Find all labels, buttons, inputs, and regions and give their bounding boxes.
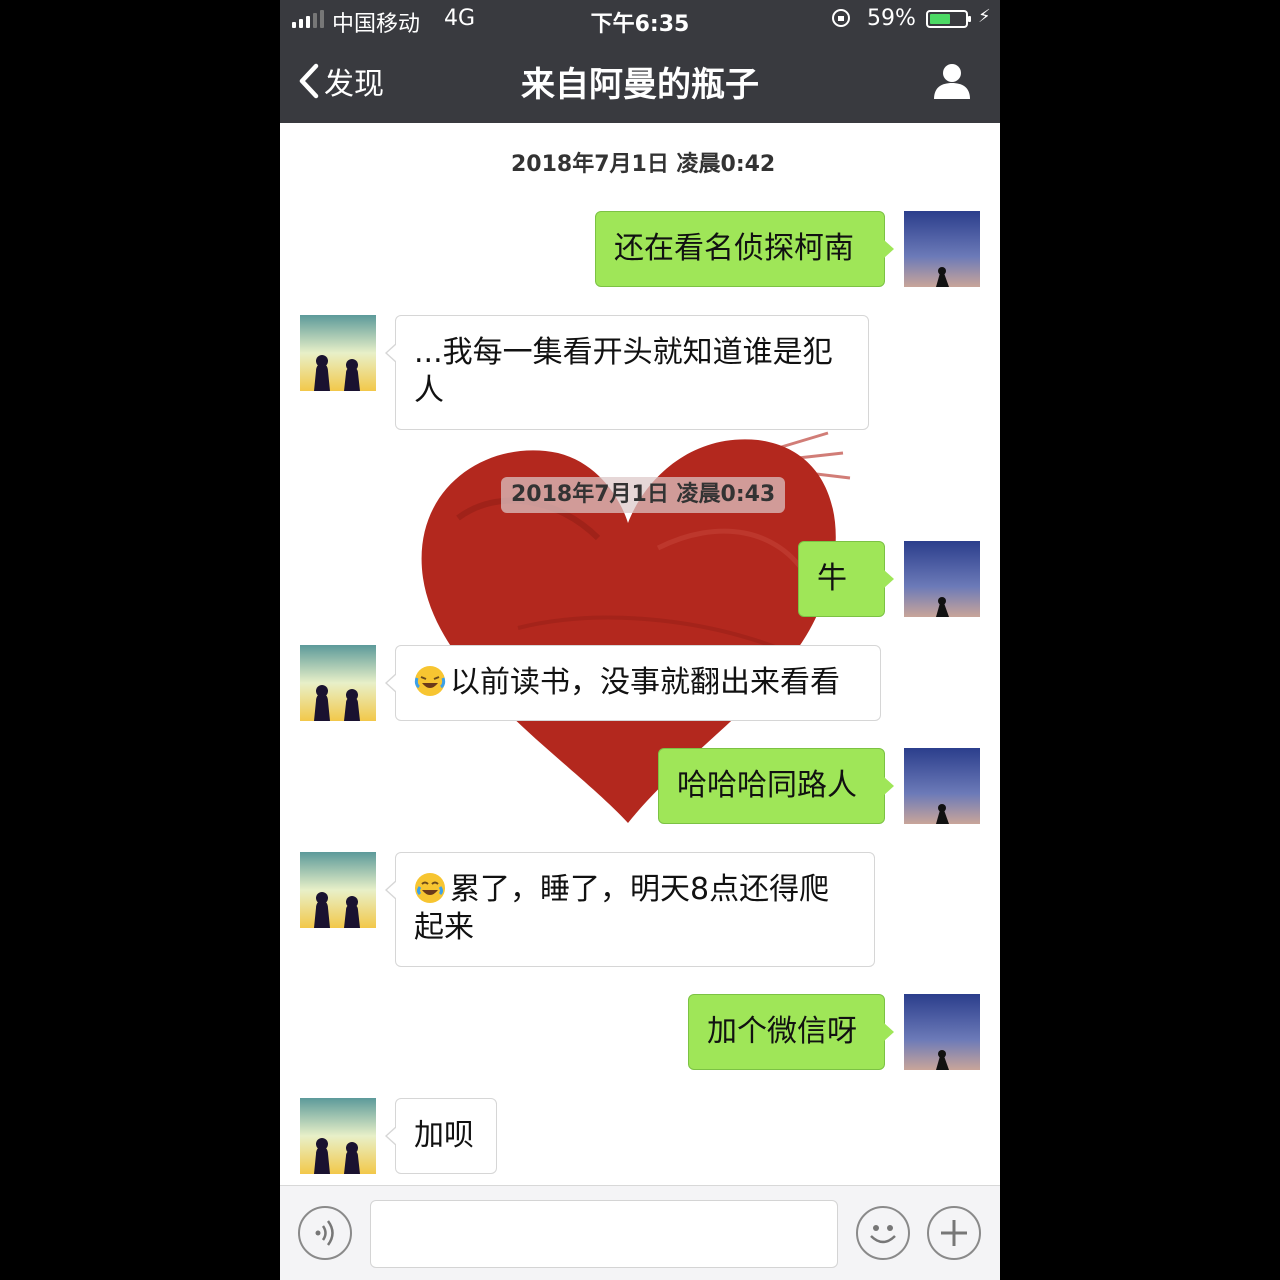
- status-bar: 中国移动 4G 下午6:35 59% ⚡: [280, 0, 1000, 40]
- emoji-button[interactable]: [856, 1206, 910, 1260]
- chat-area[interactable]: 2018年7月1日 凌晨0:42 还在看名侦探柯南 ...我每一集看开头就知道谁…: [280, 123, 1000, 1185]
- message-text: 还在看名侦探柯南: [614, 231, 854, 266]
- message-bubble-sent[interactable]: 还在看名侦探柯南: [595, 211, 894, 287]
- message-bubble-sent[interactable]: 牛: [798, 541, 894, 617]
- more-actions-button[interactable]: [927, 1206, 981, 1260]
- message-text: 哈哈哈同路人: [677, 768, 857, 803]
- message-text: 累了，睡了，明天8点还得爬起来: [414, 872, 830, 945]
- user-profile-icon[interactable]: [932, 61, 972, 101]
- contact-avatar[interactable]: [300, 852, 376, 928]
- phone-screen: 中国移动 4G 下午6:35 59% ⚡ 发现 来自阿曼的瓶子 2018年7月1…: [280, 0, 1000, 1280]
- my-avatar[interactable]: [904, 748, 980, 824]
- timestamp: 2018年7月1日 凌晨0:43: [501, 477, 786, 513]
- charging-icon: ⚡: [978, 6, 991, 27]
- message-text: 以前读书，没事就翻出来看看: [450, 665, 840, 700]
- message-input[interactable]: [370, 1200, 838, 1268]
- contact-avatar[interactable]: [300, 1098, 376, 1174]
- my-avatar[interactable]: [904, 994, 980, 1070]
- plus-icon: [941, 1220, 967, 1246]
- message-bubble-received[interactable]: 加呗: [385, 1098, 497, 1174]
- battery-percent: 59%: [867, 6, 916, 31]
- contact-avatar[interactable]: [300, 645, 376, 721]
- message-bubble-received[interactable]: 累了，睡了，明天8点还得爬起来: [385, 852, 875, 967]
- voice-icon: [315, 1220, 334, 1246]
- input-bar: [280, 1185, 1000, 1280]
- contact-avatar[interactable]: [300, 315, 376, 391]
- message-text: 加呗: [414, 1118, 474, 1153]
- tears-of-joy-emoji: [415, 873, 445, 903]
- voice-input-button[interactable]: [298, 1206, 352, 1260]
- my-avatar[interactable]: [904, 211, 980, 287]
- crying-laughing-emoji: [414, 666, 446, 696]
- battery-icon: [926, 10, 971, 28]
- page-title: 来自阿曼的瓶子: [521, 65, 759, 105]
- top-bar: 中国移动 4G 下午6:35 59% ⚡ 发现 来自阿曼的瓶子: [280, 0, 1000, 123]
- rotation-lock-icon: [832, 9, 850, 27]
- emoji-icon: [870, 1225, 896, 1244]
- message-bubble-sent[interactable]: 加个微信呀: [688, 994, 894, 1070]
- message-bubble-received[interactable]: ...我每一集看开头就知道谁是犯人: [385, 315, 869, 430]
- message-text: 加个微信呀: [707, 1014, 857, 1049]
- my-avatar[interactable]: [904, 541, 980, 617]
- message-text: 牛: [817, 561, 847, 596]
- navigation-bar: 发现 来自阿曼的瓶子: [280, 45, 1000, 123]
- message-bubble-sent[interactable]: 哈哈哈同路人: [658, 748, 894, 824]
- message-bubble-received[interactable]: 以前读书，没事就翻出来看看: [385, 645, 881, 721]
- message-text: ...我每一集看开头就知道谁是犯人: [414, 335, 833, 408]
- timestamp: 2018年7月1日 凌晨0:42: [511, 152, 776, 177]
